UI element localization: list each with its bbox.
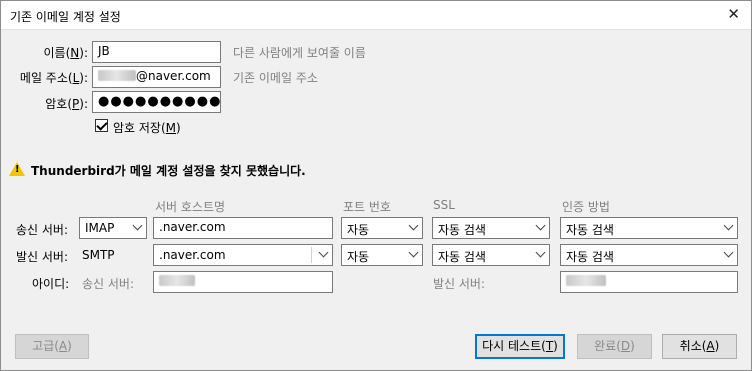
header-port: 포트 번호 — [343, 200, 391, 214]
chevron-down-icon — [132, 220, 143, 231]
username-label: 아이디: — [32, 277, 70, 291]
chevron-down-icon — [723, 220, 734, 231]
cancel-button[interactable]: 취소(A) — [662, 334, 737, 359]
outgoing-protocol: SMTP — [82, 248, 115, 262]
remember-password-checkbox[interactable] — [95, 119, 108, 132]
incoming-server-label: 송신 서버: — [16, 223, 69, 237]
email-label: 메일 주소(L): — [19, 71, 88, 85]
incoming-protocol-select[interactable]: IMAP — [79, 217, 147, 239]
advanced-button[interactable]: 고급(A) — [15, 334, 89, 359]
name-input[interactable]: JB — [92, 41, 221, 63]
name-label: 이름(N): — [43, 46, 88, 60]
email-input[interactable]: @naver.com — [92, 66, 221, 88]
outgoing-ssl-select[interactable]: 자동 검색 — [432, 244, 550, 266]
incoming-username-input[interactable] — [153, 271, 333, 293]
incoming-port-combo[interactable]: 자동 — [341, 217, 423, 239]
remember-password-label[interactable]: 암호 저장(M) — [113, 119, 181, 136]
chevron-down-icon — [535, 247, 546, 258]
redacted-username — [159, 275, 195, 286]
outgoing-username-input[interactable] — [560, 271, 738, 293]
chevron-down-icon — [408, 247, 419, 258]
header-auth: 인증 방법 — [562, 200, 610, 214]
incoming-ssl-select[interactable]: 자동 검색 — [432, 217, 550, 239]
outgoing-port-value: 자동 — [347, 250, 370, 264]
password-input[interactable]: ●●●●●●●●●●● — [92, 91, 221, 113]
header-ssl: SSL — [433, 198, 455, 212]
incoming-protocol-value: IMAP — [85, 221, 115, 235]
chevron-down-icon — [723, 247, 734, 258]
chevron-down-icon — [408, 220, 419, 231]
outgoing-ssl-value: 자동 검색 — [438, 250, 486, 264]
outgoing-auth-select[interactable]: 자동 검색 — [560, 244, 738, 266]
retest-button[interactable]: 다시 테스트(T) — [475, 334, 565, 359]
window-title: 기존 이메일 계정 설정 — [10, 10, 121, 24]
outgoing-hostname-value: .naver.com — [159, 248, 226, 262]
username-outgoing-label: 발신 서버: — [433, 277, 486, 291]
close-icon[interactable]: ✕ — [727, 5, 740, 23]
outgoing-server-label: 발신 서버: — [16, 250, 69, 264]
outgoing-port-combo[interactable]: 자동 — [341, 244, 423, 266]
warning-message: Thunderbird가 메일 계정 설정을 찾지 못했습니다. — [31, 164, 306, 178]
warning-icon-mark: ! — [15, 164, 20, 175]
incoming-auth-value: 자동 검색 — [566, 223, 614, 237]
title-bar: 기존 이메일 계정 설정 ✕ — [0, 0, 752, 30]
outgoing-hostname-combo[interactable]: .naver.com — [153, 244, 333, 266]
password-label: 암호(P): — [45, 97, 88, 111]
chevron-down-icon — [318, 247, 329, 258]
done-button[interactable]: 완료(D) — [577, 334, 652, 359]
header-hostname: 서버 호스트명 — [155, 200, 226, 214]
incoming-port-value: 자동 — [347, 223, 370, 237]
redacted-username — [98, 70, 136, 81]
redacted-username — [566, 275, 606, 286]
incoming-ssl-value: 자동 검색 — [438, 223, 486, 237]
chevron-down-icon — [535, 220, 546, 231]
outgoing-auth-value: 자동 검색 — [566, 250, 614, 264]
incoming-hostname-input[interactable]: .naver.com — [153, 217, 333, 239]
incoming-auth-select[interactable]: 자동 검색 — [560, 217, 738, 239]
name-hint: 다른 사람에게 보여줄 이름 — [233, 46, 366, 60]
username-incoming-label: 송신 서버: — [82, 277, 135, 291]
combo-separator — [311, 247, 312, 263]
email-hint: 기존 이메일 주소 — [233, 71, 318, 85]
